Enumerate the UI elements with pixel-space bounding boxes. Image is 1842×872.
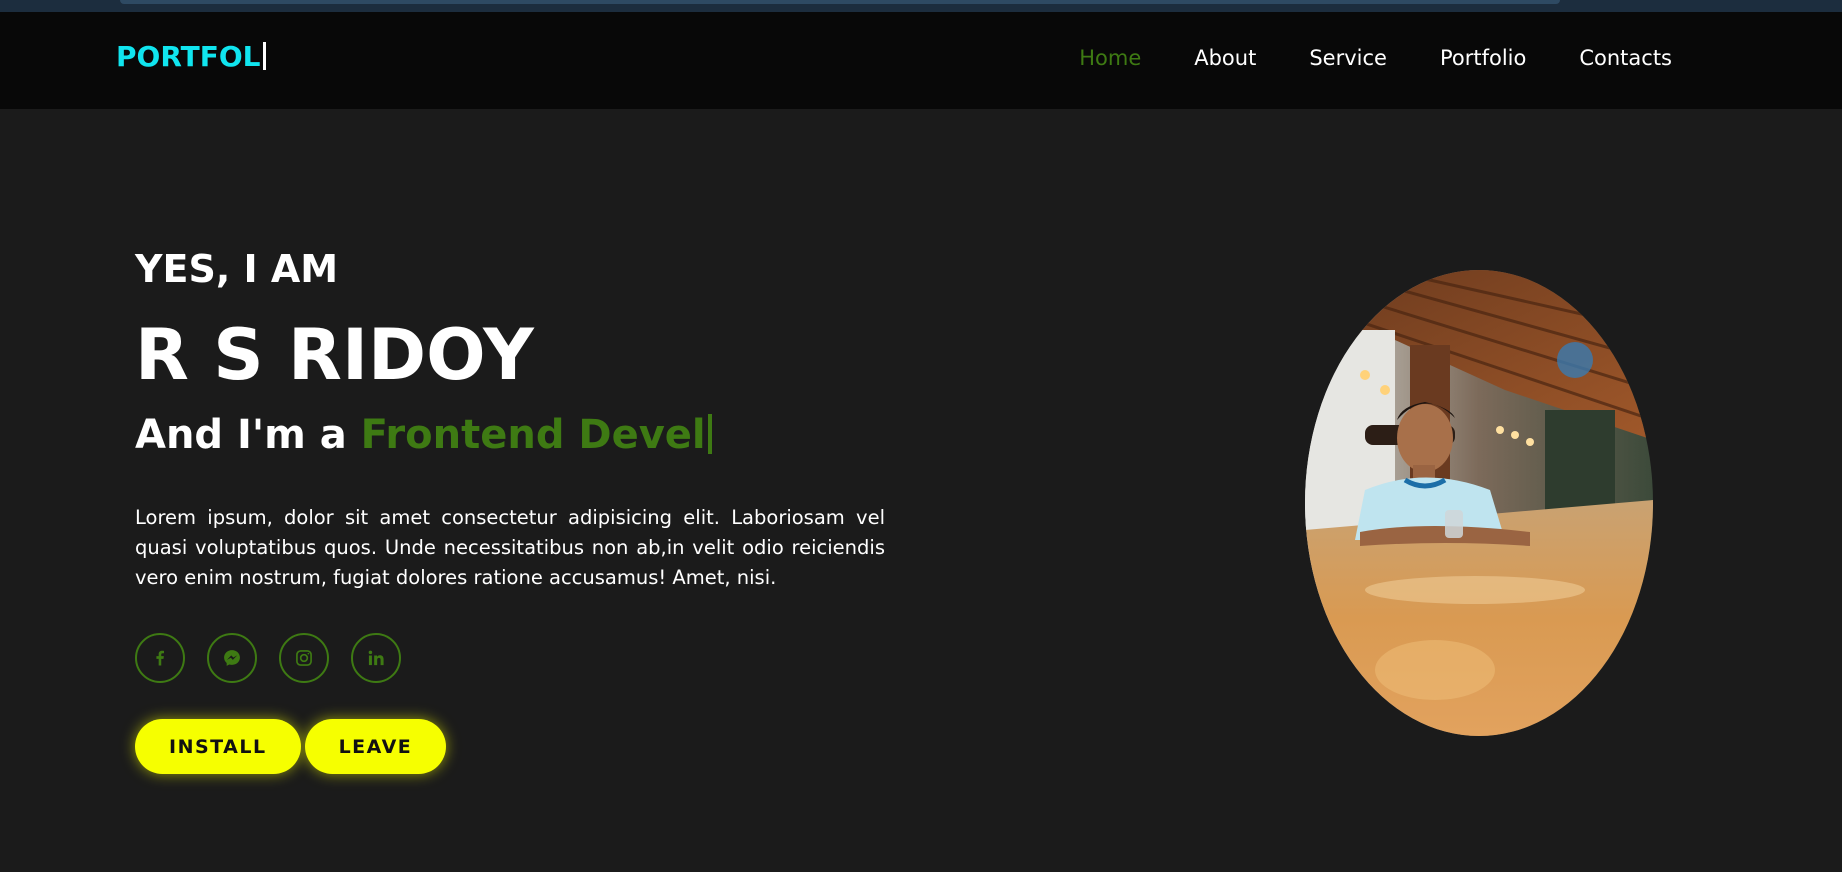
nav-link-service[interactable]: Service	[1309, 48, 1387, 69]
instagram-link[interactable]	[279, 633, 329, 683]
hero-description: Lorem ipsum, dolor sit amet consectetur …	[135, 506, 885, 589]
nav-link-home[interactable]: Home	[1079, 48, 1141, 69]
nav-link-contacts[interactable]: Contacts	[1579, 48, 1672, 69]
messenger-link[interactable]	[207, 633, 257, 683]
instagram-icon	[296, 650, 312, 666]
facebook-link[interactable]	[135, 633, 185, 683]
role-prefix: And I'm a	[135, 412, 361, 458]
nav-links: Home About Service Portfolio Contacts	[1079, 48, 1672, 69]
browser-top-strip	[0, 0, 1842, 12]
hero-content: YES, I AM R S RIDOY And I'm a Frontend D…	[135, 250, 885, 774]
facebook-icon	[156, 650, 164, 666]
typing-cursor	[707, 414, 712, 454]
linkedin-icon	[368, 650, 384, 666]
browser-tab-edge	[120, 0, 1560, 4]
hero-role: And I'm a Frontend Devel	[135, 414, 885, 455]
profile-photo	[1305, 270, 1653, 736]
typing-cursor	[262, 42, 266, 70]
hero-intro: YES, I AM	[135, 247, 339, 291]
social-links	[135, 633, 885, 683]
nav-link-about[interactable]: About	[1194, 48, 1256, 69]
leave-button[interactable]: LEAVE	[304, 719, 447, 774]
nav-link-portfolio[interactable]: Portfolio	[1440, 48, 1526, 69]
linkedin-link[interactable]	[351, 633, 401, 683]
hero-buttons: INSTALL LEAVE	[135, 719, 885, 774]
logo-text: PORTFOL	[116, 40, 261, 73]
install-button[interactable]: INSTALL	[135, 719, 301, 774]
navbar: PORTFOL Home About Service Portfolio Con…	[0, 12, 1842, 109]
profile-photo-illustration	[1305, 270, 1653, 736]
logo[interactable]: PORTFOL	[116, 42, 266, 71]
messenger-icon	[224, 650, 240, 666]
hero-name: R S RIDOY	[135, 314, 534, 396]
role-typed-text: Frontend Devel	[360, 412, 706, 458]
